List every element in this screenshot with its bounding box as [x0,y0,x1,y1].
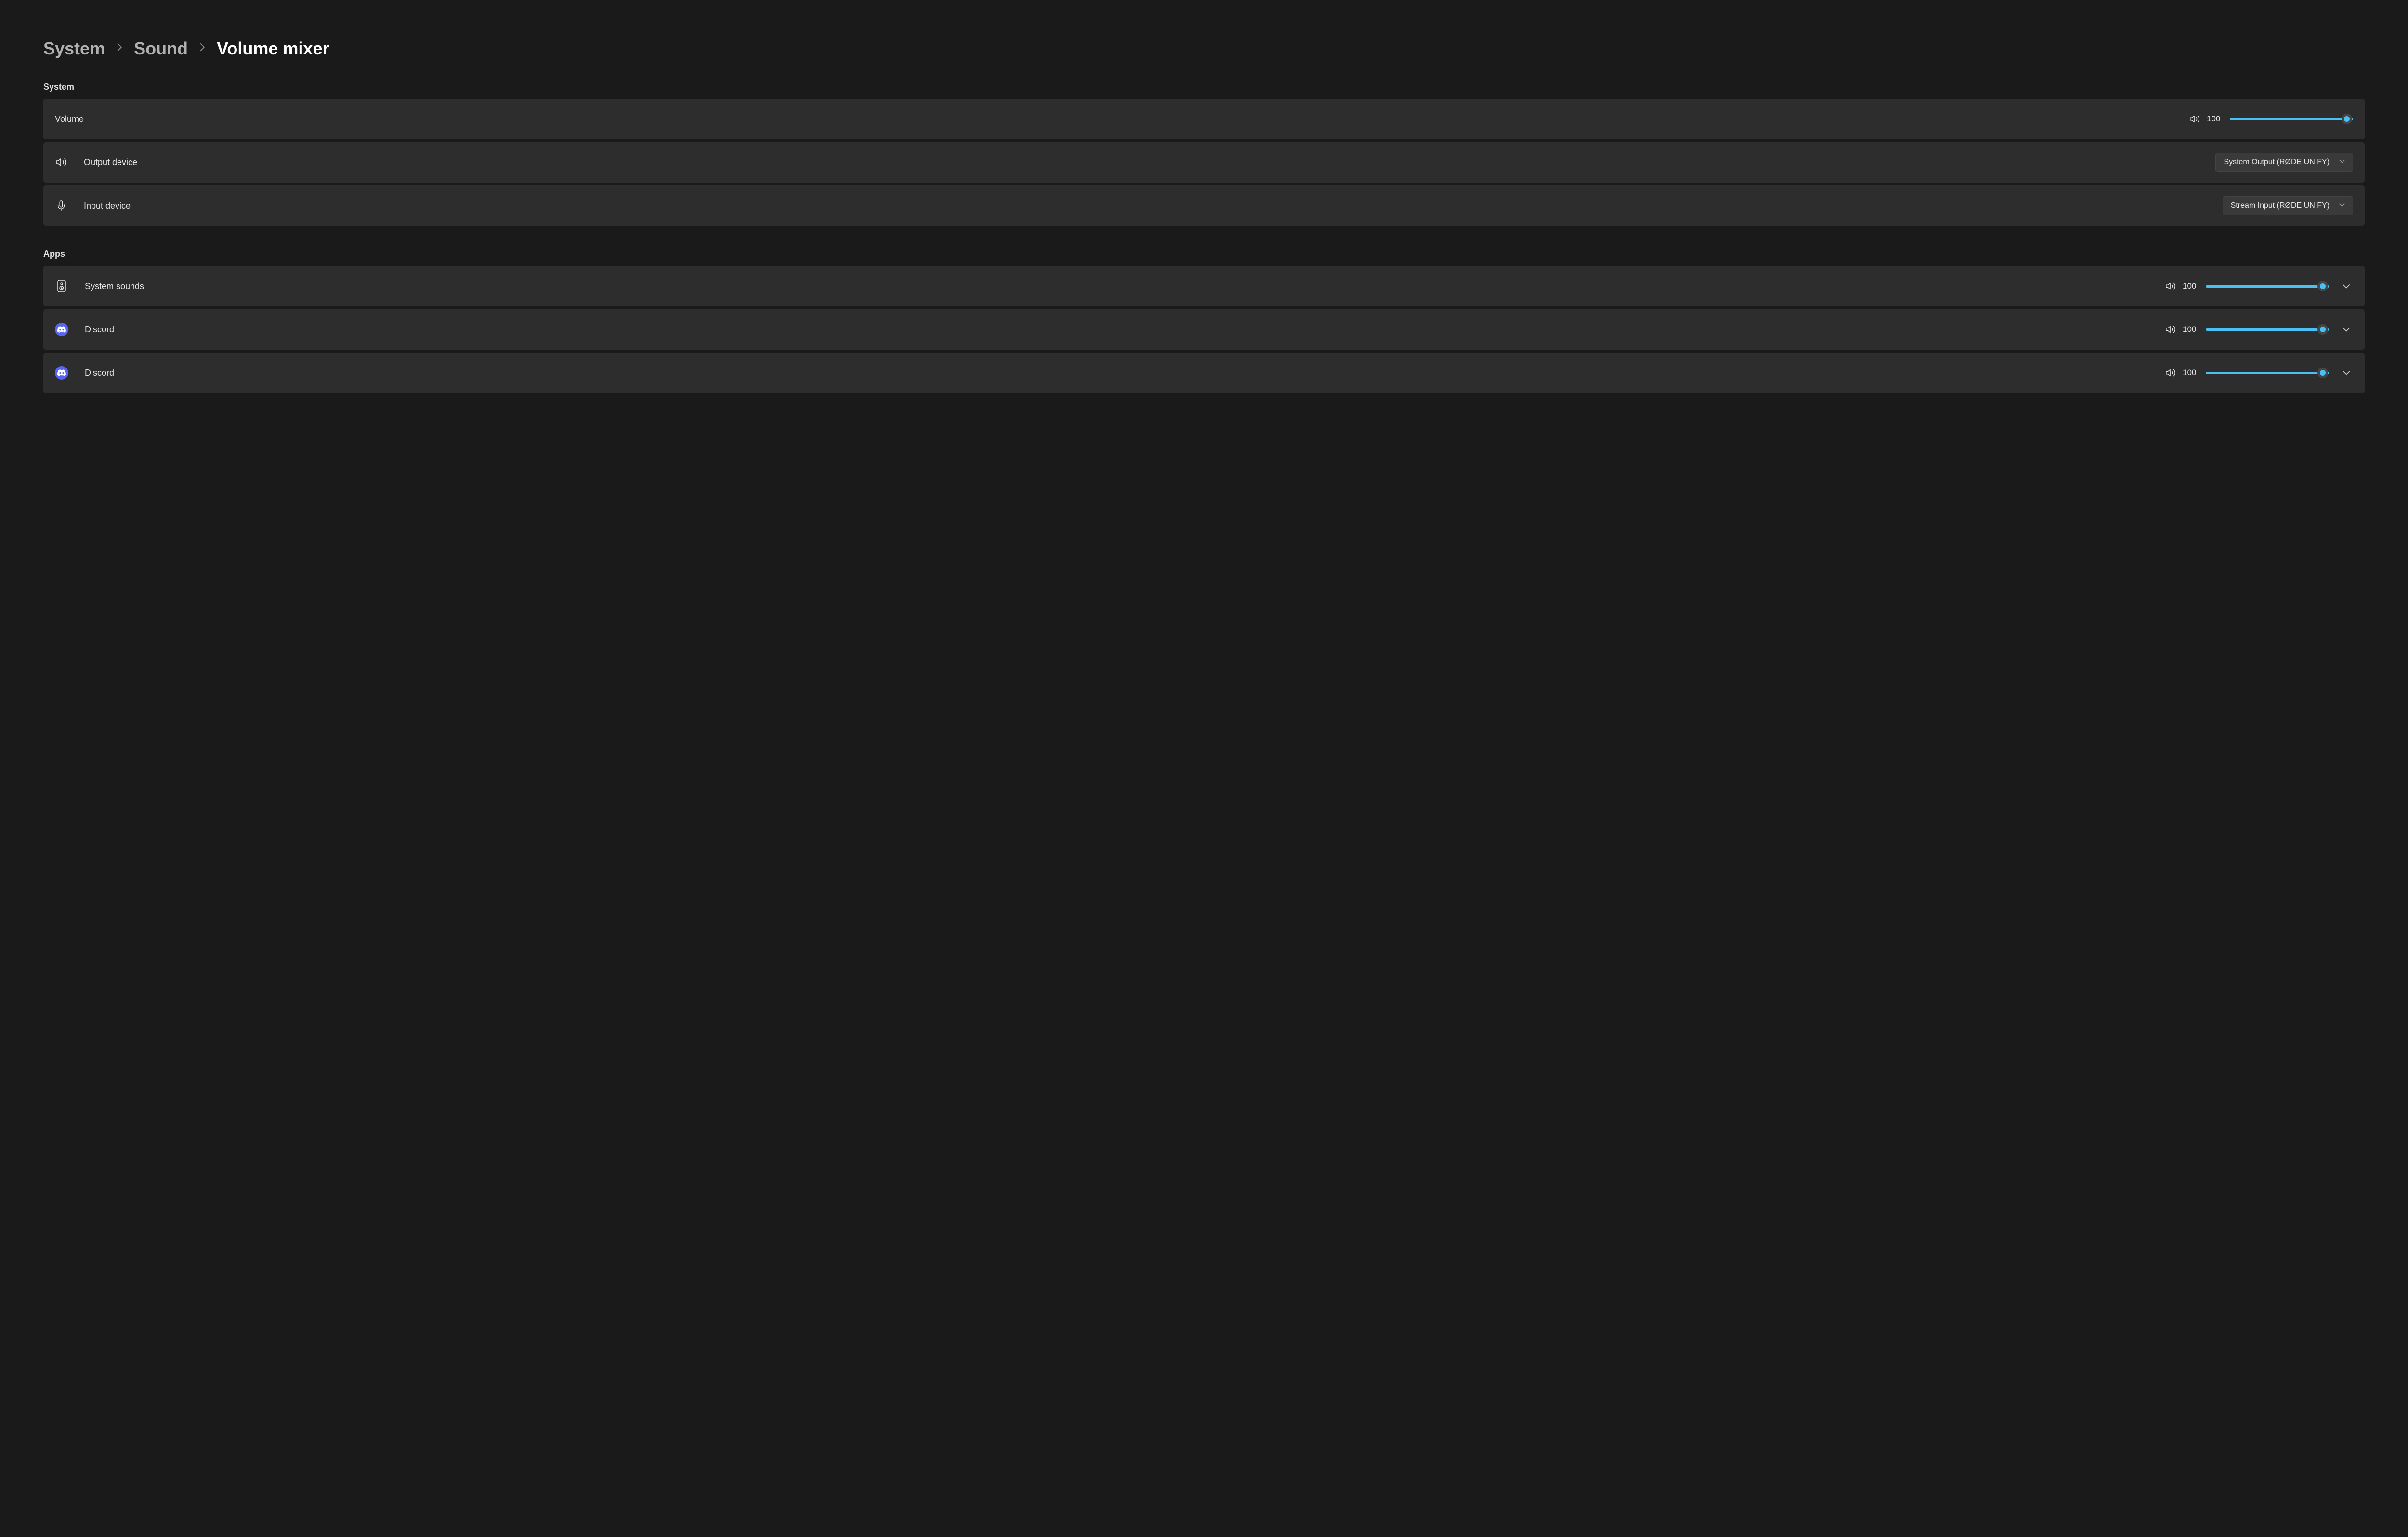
volume-value: 100 [2183,368,2199,378]
volume-slider[interactable] [2230,114,2353,124]
app-row-discord: Discord 100 [43,353,2365,393]
discord-icon [55,366,68,380]
microphone-icon [55,199,67,212]
app-volume-slider[interactable] [2206,324,2329,335]
volume-value: 100 [2183,325,2199,334]
chevron-down-icon [2339,201,2345,210]
breadcrumb-current: Volume mixer [217,39,329,59]
discord-icon [55,323,68,336]
app-volume-slider[interactable] [2206,281,2329,291]
chevron-down-icon [2339,158,2345,167]
expand-button[interactable] [2340,366,2353,380]
volume-value: 100 [2183,281,2199,291]
volume-label: Volume [55,114,84,124]
app-volume-slider[interactable] [2206,368,2329,378]
input-device-selected: Stream Input (RØDE UNIFY) [2231,201,2329,210]
app-label: Discord [85,325,114,335]
speaker-icon[interactable] [2165,368,2176,378]
output-device-row: Output device System Output (RØDE UNIFY) [43,142,2365,183]
breadcrumb-system[interactable]: System [43,39,105,59]
section-header-apps: Apps [43,249,2365,259]
app-row-discord: Discord 100 [43,309,2365,350]
input-device-row: Input device Stream Input (RØDE UNIFY) [43,185,2365,226]
expand-button[interactable] [2340,323,2353,336]
app-label: Discord [85,368,114,378]
output-device-label: Output device [84,158,137,168]
breadcrumb: System Sound Volume mixer [43,39,2365,59]
input-device-label: Input device [84,201,131,211]
speaker-icon[interactable] [2165,324,2176,335]
output-device-selected: System Output (RØDE UNIFY) [2224,158,2329,167]
expand-button[interactable] [2340,279,2353,293]
breadcrumb-sound[interactable]: Sound [134,39,188,59]
system-volume-row: Volume 100 [43,99,2365,139]
chevron-right-icon [199,43,205,54]
app-row-system-sounds: System sounds 100 [43,266,2365,306]
section-header-system: System [43,82,2365,92]
speaker-icon[interactable] [2165,281,2176,291]
chevron-right-icon [117,43,122,54]
volume-value: 100 [2207,114,2223,124]
output-device-dropdown[interactable]: System Output (RØDE UNIFY) [2215,153,2353,172]
input-device-dropdown[interactable]: Stream Input (RØDE UNIFY) [2223,196,2353,215]
speaker-device-icon [55,279,68,293]
speaker-icon[interactable] [2189,114,2200,124]
speaker-icon [55,156,67,169]
app-label: System sounds [85,281,144,291]
